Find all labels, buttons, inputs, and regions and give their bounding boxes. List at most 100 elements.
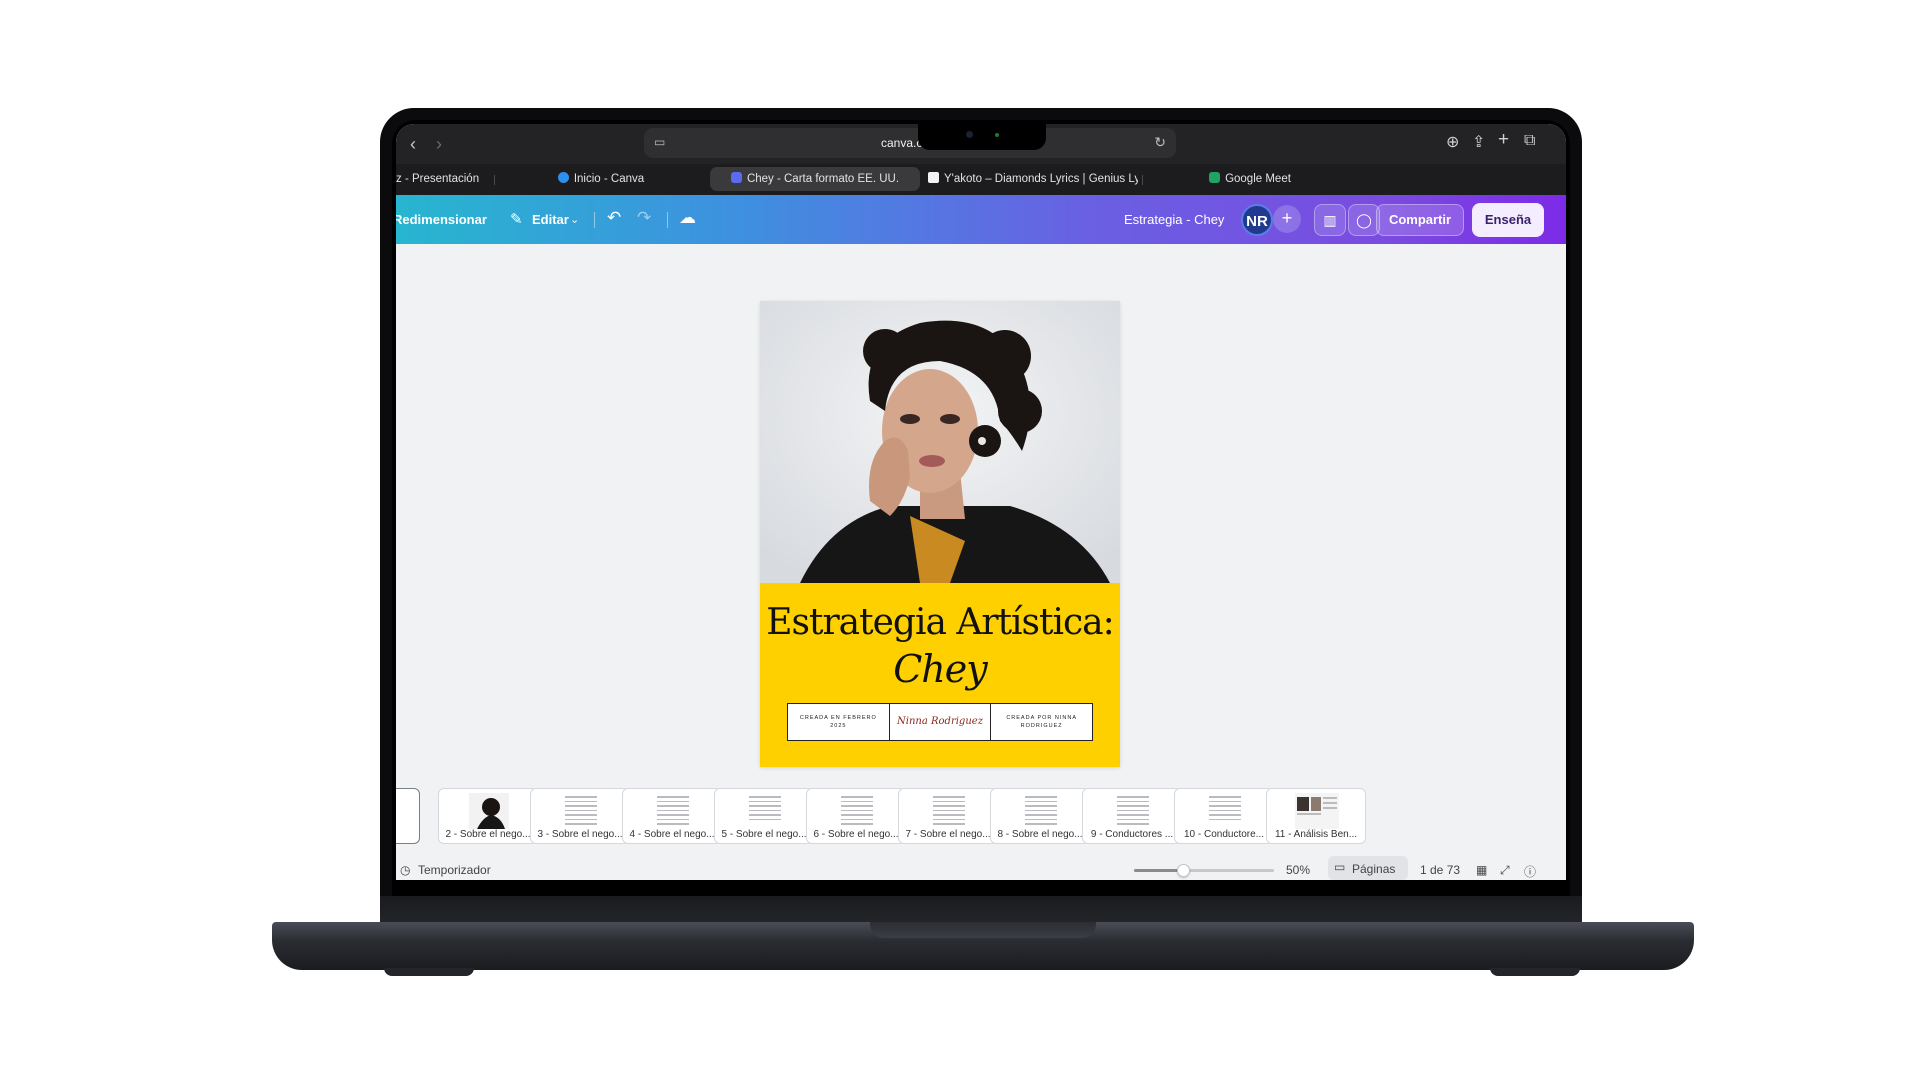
reload-icon[interactable]: ↻ <box>1154 134 1166 151</box>
google-meet-favicon-icon <box>1209 172 1221 183</box>
zoom-level[interactable]: 50% <box>1286 863 1310 877</box>
page-thumbnail-1[interactable] <box>396 788 420 844</box>
page-thumbnail[interactable]: 9 - Conductores ... <box>1082 788 1182 844</box>
signature: Ninna Rodriguez <box>897 716 983 727</box>
page-thumbnail[interactable]: 4 - Sobre el nego... <box>622 788 722 844</box>
insights-chart-icon[interactable]: ▥ <box>1314 204 1346 236</box>
tab-label: Google Meet <box>1225 173 1291 185</box>
thumbnail-label: 11 - Análisis Ben... <box>1274 829 1358 840</box>
laptop-foot <box>1490 968 1580 976</box>
thumbnail-document <box>747 793 783 829</box>
chevron-down-icon[interactable]: ⌄ <box>570 213 579 226</box>
camera-notch <box>918 122 1046 150</box>
thumbnail-collage <box>1295 793 1339 829</box>
camera-lens <box>966 131 973 138</box>
thumbnail-document <box>563 793 599 829</box>
grid-view-icon[interactable]: ▦ <box>1476 863 1487 877</box>
thumbnail-document <box>1023 793 1059 829</box>
tab-label: Chey - Carta formato EE. UU. <box>746 173 900 185</box>
page-title[interactable]: Estrategia Artística: <box>760 601 1120 645</box>
share-button[interactable]: Compartir <box>1376 204 1464 236</box>
page-thumbnail[interactable]: 2 - Sobre el nego... <box>438 788 538 844</box>
document-title[interactable]: Estrategia - Chey <box>1124 212 1224 227</box>
zoom-slider[interactable] <box>1134 864 1274 877</box>
pages-icon: ▭ <box>1334 860 1346 874</box>
tab-inicio-canva[interactable]: Inicio - Canva <box>500 167 702 191</box>
thumbnail-label: 7 - Sobre el nego... <box>905 829 991 840</box>
tab-label: z - Presentación <box>396 173 480 185</box>
page-thumbnail[interactable]: 3 - Sobre el nego... <box>530 788 630 844</box>
thumbnail-document <box>655 793 691 829</box>
thumbnail-label: 2 - Sobre el nego... <box>445 829 531 840</box>
thumbnail-label: 4 - Sobre el nego... <box>629 829 715 840</box>
page-thumbnail[interactable]: 10 - Conductore... <box>1174 788 1274 844</box>
tab-separator <box>1142 175 1143 185</box>
thumbnail-image <box>1295 793 1339 829</box>
resize-button[interactable]: Redimensionar <box>396 212 487 227</box>
teach-button[interactable]: Enseña <box>1472 203 1544 237</box>
edit-button[interactable]: Editar <box>532 212 569 227</box>
timer-icon[interactable]: ◷ <box>400 863 410 877</box>
thumbnail-document <box>931 793 967 829</box>
undo-icon[interactable]: ↶ <box>607 208 621 228</box>
laptop-foot <box>384 968 474 976</box>
downloads-icon[interactable]: ⊕ <box>1446 132 1459 152</box>
back-icon[interactable]: ‹ <box>410 134 416 155</box>
canva-favicon-icon <box>557 172 569 183</box>
screen: ‹ › ▭ canva.com ↻ ⊕ ⇪ + ⧉ z - Presentaci… <box>396 124 1566 880</box>
pencil-icon: ✎ <box>510 211 523 228</box>
tab-label: Inicio - Canva <box>573 173 645 185</box>
page-thumbnail[interactable]: 5 - Sobre el nego... <box>714 788 814 844</box>
tab-separator <box>494 175 495 185</box>
toolbar-divider <box>594 212 595 228</box>
genius-favicon-icon <box>928 172 939 183</box>
design-page[interactable]: Estrategia Artística: Chey CREADA EN FEB… <box>760 301 1120 767</box>
zoom-slider-fill <box>1134 869 1183 872</box>
pages-button[interactable]: ▭ Páginas <box>1328 856 1408 880</box>
info-box[interactable]: CREADA EN FEBRERO 2025 Ninna Rodriguez C… <box>787 703 1093 741</box>
pages-label: Páginas <box>1352 862 1396 876</box>
tab-google-meet[interactable]: Google Meet <box>1148 167 1352 191</box>
page-subtitle[interactable]: Chey <box>760 647 1120 691</box>
thumbnail-label: 3 - Sobre el nego... <box>537 829 623 840</box>
thumbnail-label: 10 - Conductore... <box>1183 829 1265 840</box>
tab-chey-carta[interactable]: Chey - Carta formato EE. UU. <box>710 167 920 191</box>
fullscreen-icon[interactable]: ⤢ <box>1500 863 1510 878</box>
tab-presentacion[interactable]: z - Presentación <box>396 167 486 191</box>
author-text: CREADA POR NINNA RODRIGUEZ <box>1006 715 1078 729</box>
avatar[interactable]: NR <box>1241 204 1273 236</box>
forward-icon[interactable]: › <box>436 134 442 155</box>
page-thumbnail[interactable]: 11 - Análisis Ben... <box>1266 788 1366 844</box>
thumbnail-label: 6 - Sobre el nego... <box>813 829 899 840</box>
canva-toolbar: Redimensionar ✎ Editar ⌄ ↶ ↷ ☁ Estrategi… <box>396 195 1566 244</box>
tab-label: Y'akoto – Diamonds Lyrics | Genius Ly... <box>944 173 1138 185</box>
camera-indicator-light <box>995 133 999 137</box>
thumbnail-document <box>1115 793 1151 829</box>
page-thumbnail[interactable]: 8 - Sobre el nego... <box>990 788 1090 844</box>
page-thumbnail[interactable]: 7 - Sobre el nego... <box>898 788 998 844</box>
cloud-saved-icon[interactable]: ☁ <box>679 208 696 228</box>
thumbnail-label: 5 - Sobre el nego... <box>721 829 807 840</box>
url-text: canva.com <box>880 136 940 150</box>
thumbnail-portrait <box>469 793 509 829</box>
timer-button[interactable]: Temporizador <box>418 863 491 877</box>
toolbar-divider <box>667 212 668 228</box>
tab-genius[interactable]: Y'akoto – Diamonds Lyrics | Genius Ly... <box>928 167 1138 191</box>
creation-date-text: CREADA EN FEBRERO 2025 <box>788 704 890 740</box>
zoom-slider-handle[interactable] <box>1177 864 1190 877</box>
help-icon[interactable]: ⓘ <box>1524 863 1536 880</box>
add-collaborator-button[interactable]: + <box>1273 205 1301 233</box>
tab-overview-icon[interactable]: ⧉ <box>1524 132 1535 150</box>
laptop-opening-notch <box>870 922 1096 938</box>
portrait-photo[interactable] <box>760 301 1120 583</box>
thumbnail-document <box>1207 793 1243 829</box>
portrait-illustration <box>760 301 1120 583</box>
thumbnail-label: 9 - Conductores ... <box>1090 829 1174 840</box>
editor-footer: ◷ Temporizador 50% ▭ Páginas 1 de 73 ▦ ⤢… <box>396 856 1566 880</box>
page-thumbnail[interactable]: 6 - Sobre el nego... <box>806 788 906 844</box>
thumbnail-image <box>469 793 509 829</box>
address-bar[interactable]: ▭ canva.com ↻ <box>644 128 1176 158</box>
redo-icon[interactable]: ↷ <box>637 208 651 228</box>
new-tab-icon[interactable]: + <box>1498 129 1509 151</box>
share-icon[interactable]: ⇪ <box>1472 132 1485 152</box>
